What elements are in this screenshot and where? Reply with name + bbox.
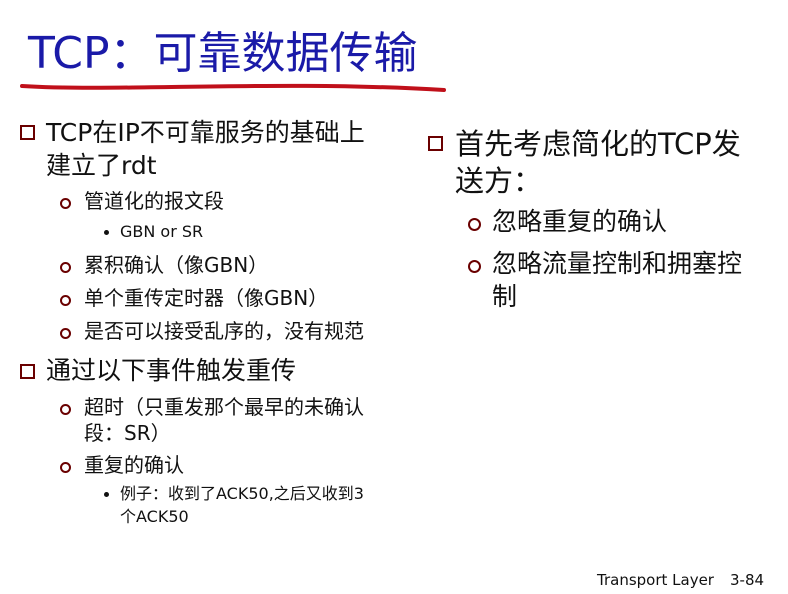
left-sub-4: 是否可以接受乱序的，没有规范 [84, 319, 364, 343]
title-underline [20, 83, 446, 92]
left-sub-5-line2: 段：SR） [84, 421, 171, 445]
left-bullet-2: 通过以下事件触发重传 [46, 356, 297, 385]
right-bullet-1-line1: 首先考虑简化的TCP发 [455, 127, 741, 161]
dot-bullet-icon [104, 230, 109, 235]
right-sub-2-line1: 忽略流量控制和拥塞控 [492, 249, 743, 278]
circle-bullet-icon [60, 404, 71, 415]
left-sub-2: 累积确认（像GBN） [84, 253, 269, 277]
circle-bullet-icon [60, 262, 71, 273]
left-sub-6: 重复的确认 [84, 453, 184, 477]
circle-bullet-icon [468, 260, 481, 273]
circle-bullet-icon [60, 295, 71, 306]
left-subsub-2-line2: 个ACK50 [120, 507, 189, 526]
dot-bullet-icon [104, 492, 109, 497]
page-number: 3-84 [729, 571, 765, 589]
circle-bullet-icon [60, 462, 71, 473]
right-sub-2-line2: 制 [492, 282, 518, 311]
left-subsub-1: GBN or SR [120, 222, 204, 241]
circle-bullet-icon [468, 218, 481, 231]
square-bullet-icon [20, 125, 35, 140]
circle-bullet-icon [60, 198, 71, 209]
left-bullet-1-line1: TCP在IP不可靠服务的基础上 [46, 118, 365, 147]
right-sub-1: 忽略重复的确认 [492, 207, 668, 236]
slide-title: TCP：可靠数据传输 [28, 28, 418, 79]
left-subsub-2-line1: 例子：收到了ACK50,之后又收到3 [120, 484, 364, 503]
left-sub-5-line1: 超时（只重发那个最早的未确认 [84, 395, 364, 419]
left-bullet-1-line2: 建立了rdt [46, 151, 157, 180]
square-bullet-icon [428, 136, 443, 151]
circle-bullet-icon [60, 328, 71, 339]
square-bullet-icon [20, 364, 35, 379]
slide-footer: Transport Layer 3-84 [597, 571, 764, 589]
left-sub-3: 单个重传定时器（像GBN） [84, 286, 329, 310]
right-bullet-1-line2: 送方： [455, 164, 543, 198]
left-sub-1: 管道化的报文段 [84, 189, 224, 213]
footer-label: Transport Layer [597, 571, 714, 589]
